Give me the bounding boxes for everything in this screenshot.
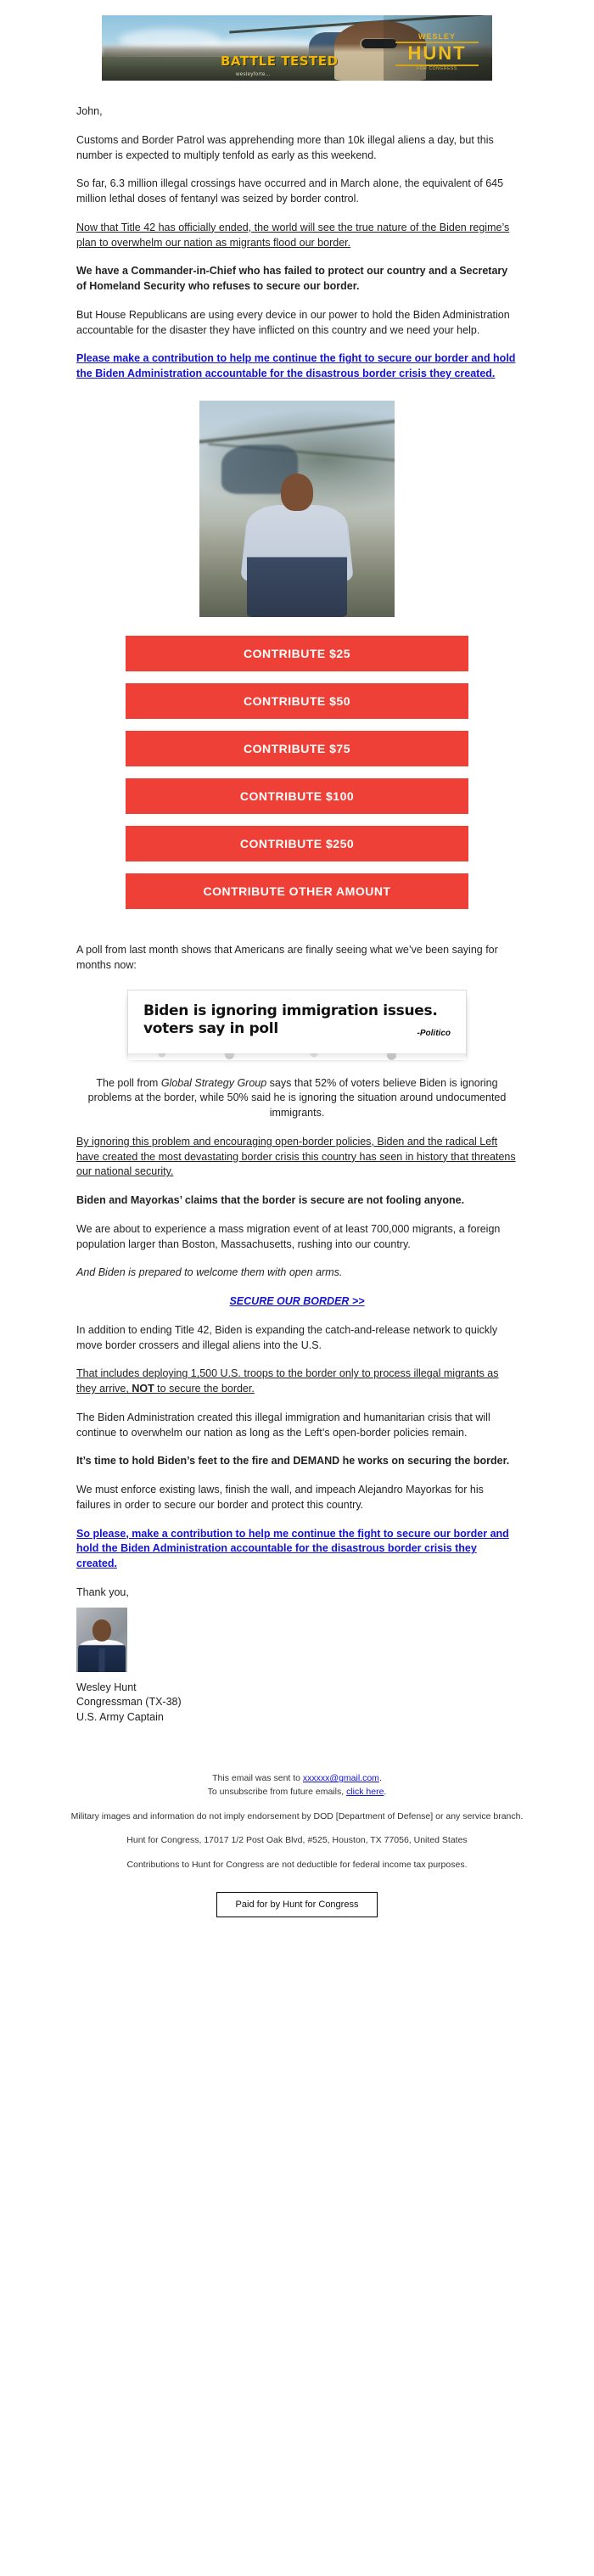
paid-for-disclaimer: Paid for by Hunt for Congress (216, 1891, 378, 1917)
unsub-pre: To unsubscribe from future emails, (207, 1786, 347, 1797)
signature-name: Wesley Hunt (76, 1681, 137, 1693)
campaign-logo[interactable]: WESLEY HUNT FOR CONGRESS (395, 33, 479, 71)
thank-you-text: Thank you, (76, 1585, 129, 1598)
email-body-top: John, Customs and Border Patrol was appr… (76, 81, 518, 382)
paragraph-9: By ignoring this problem and encouraging… (76, 1135, 516, 1178)
logo-last-name: HUNT (395, 42, 479, 66)
email-page: BATTLE TESTED wesleyforte... WESLEY HUNT… (0, 0, 594, 1939)
signature-headshot (76, 1607, 127, 1672)
paragraph-6-wrapper: Please make a contribution to help me co… (76, 351, 518, 382)
paragraph-1: Customs and Border Patrol was apprehendi… (76, 133, 494, 161)
news-clipping: Biden is ignoring immigration issues. vo… (127, 990, 467, 1060)
footer-disclaimer: Military images and information do not i… (70, 1810, 524, 1821)
clipping-headline-line-2: voters say in poll (143, 1019, 278, 1037)
headshot-head (92, 1619, 111, 1642)
contribute-25-button[interactable]: CONTRIBUTE $25 (126, 635, 468, 671)
clipping-source: -Politico (417, 1028, 451, 1038)
torn-paper-edge (128, 1052, 466, 1060)
logo-first-name: WESLEY (417, 32, 456, 41)
signature-title: Congressman (TX-38) (76, 1696, 182, 1709)
email-header: BATTLE TESTED wesleyforte... WESLEY HUNT… (0, 0, 594, 81)
signature-block: Wesley Hunt Congressman (TX-38) U.S. Arm… (76, 1681, 518, 1726)
paragraph-2: So far, 6.3 million illegal crossings ha… (76, 177, 504, 205)
header-banner-image[interactable]: BATTLE TESTED wesleyforte... WESLEY HUNT… (102, 15, 492, 81)
paragraph-15: The Biden Administration created this il… (76, 1411, 490, 1439)
logo-subtitle: FOR CONGRESS (417, 66, 457, 71)
contribute-250-button[interactable]: CONTRIBUTE $250 (126, 825, 468, 861)
clipping-headline-line-1: Biden is ignoring immigration issues. (143, 1002, 438, 1020)
paragraph-12-italic: And Biden is prepared to welcome them wi… (76, 1266, 343, 1279)
footer-address: Hunt for Congress, 17017 1/2 Post Oak Bl… (126, 1835, 468, 1846)
unsub-post: . (384, 1786, 387, 1797)
recipient-email-link[interactable]: xxxxxx@gmail.com (303, 1773, 379, 1783)
poll-text-pre: The poll from (96, 1076, 161, 1089)
campaign-url: wesleyforte... (236, 72, 271, 77)
paragraph-16-bold: It’s time to hold Biden’s feet to the fi… (76, 1455, 510, 1468)
unsubscribe-link[interactable]: click here (346, 1787, 384, 1797)
troops-text-post: to secure the border. (154, 1383, 255, 1395)
email-body-lower: The poll from Global Strategy Group says… (76, 1073, 518, 1744)
battle-tested-tagline: BATTLE TESTED (221, 53, 339, 69)
contribute-100-button[interactable]: CONTRIBUTE $100 (126, 777, 468, 814)
poll-source-name: Global Strategy Group (160, 1076, 267, 1089)
paragraph-14: That includes deploying 1,500 U.S. troop… (76, 1367, 518, 1397)
troops-text-not: NOT (132, 1383, 154, 1395)
bottom-spacer (76, 1725, 518, 1743)
signature-rank: U.S. Army Captain (76, 1710, 164, 1723)
poll-clipping-wrap: Biden is ignoring immigration issues. vo… (0, 986, 594, 1072)
paragraph-8-poll-stats: The poll from Global Strategy Group says… (76, 1076, 518, 1121)
contribute-other-button[interactable]: CONTRIBUTE OTHER AMOUNT (126, 873, 468, 909)
person-head (281, 473, 313, 511)
headshot-tie (98, 1647, 105, 1672)
paragraph-11: We are about to experience a mass migrat… (76, 1222, 501, 1250)
contribution-link-bottom[interactable]: So please, make a contribution to help m… (76, 1528, 509, 1570)
contribute-50-button[interactable]: CONTRIBUTE $50 (126, 682, 468, 719)
email-body-middle: A poll from last month shows that Americ… (76, 943, 518, 974)
secure-our-border-link[interactable]: SECURE OUR BORDER >> (229, 1295, 364, 1307)
paragraph-18-wrapper: So please, make a contribution to help m… (76, 1527, 518, 1572)
footer-sent-to: This email was sent to xxxxxx@gmail.com.… (42, 1772, 552, 1799)
sent-to-post: . (378, 1773, 382, 1784)
paragraph-10-bold: Biden and Mayorkas’ claims that the bord… (76, 1194, 465, 1207)
person-body (247, 504, 347, 617)
paragraph-3-title42: Now that Title 42 has officially ended, … (76, 221, 510, 249)
paragraph-13: In addition to ending Title 42, Biden is… (76, 1323, 498, 1351)
paragraph-7-poll-intro: A poll from last month shows that Americ… (76, 943, 498, 971)
candidate-helicopter-photo[interactable] (199, 400, 395, 617)
paragraph-17: We must enforce existing laws, finish th… (76, 1484, 484, 1511)
hero-photo-wrap (0, 396, 594, 636)
email-footer: This email was sent to xxxxxx@gmail.com.… (42, 1743, 552, 1939)
contribution-link-top[interactable]: Please make a contribution to help me co… (76, 352, 515, 379)
sent-to-pre: This email was sent to (212, 1773, 303, 1784)
paragraph-5: But House Republicans are using every de… (76, 308, 510, 336)
cta-wrapper: SECURE OUR BORDER >> (76, 1294, 518, 1310)
salutation: John, (76, 105, 103, 117)
contribute-button-group: CONTRIBUTE $25 CONTRIBUTE $50 CONTRIBUTE… (126, 635, 468, 943)
contribute-75-button[interactable]: CONTRIBUTE $75 (126, 730, 468, 766)
footer-tax-notice: Contributions to Hunt for Congress are n… (126, 1860, 468, 1871)
paragraph-4-alert: We have a Commander-in-Chief who has fai… (76, 265, 508, 292)
